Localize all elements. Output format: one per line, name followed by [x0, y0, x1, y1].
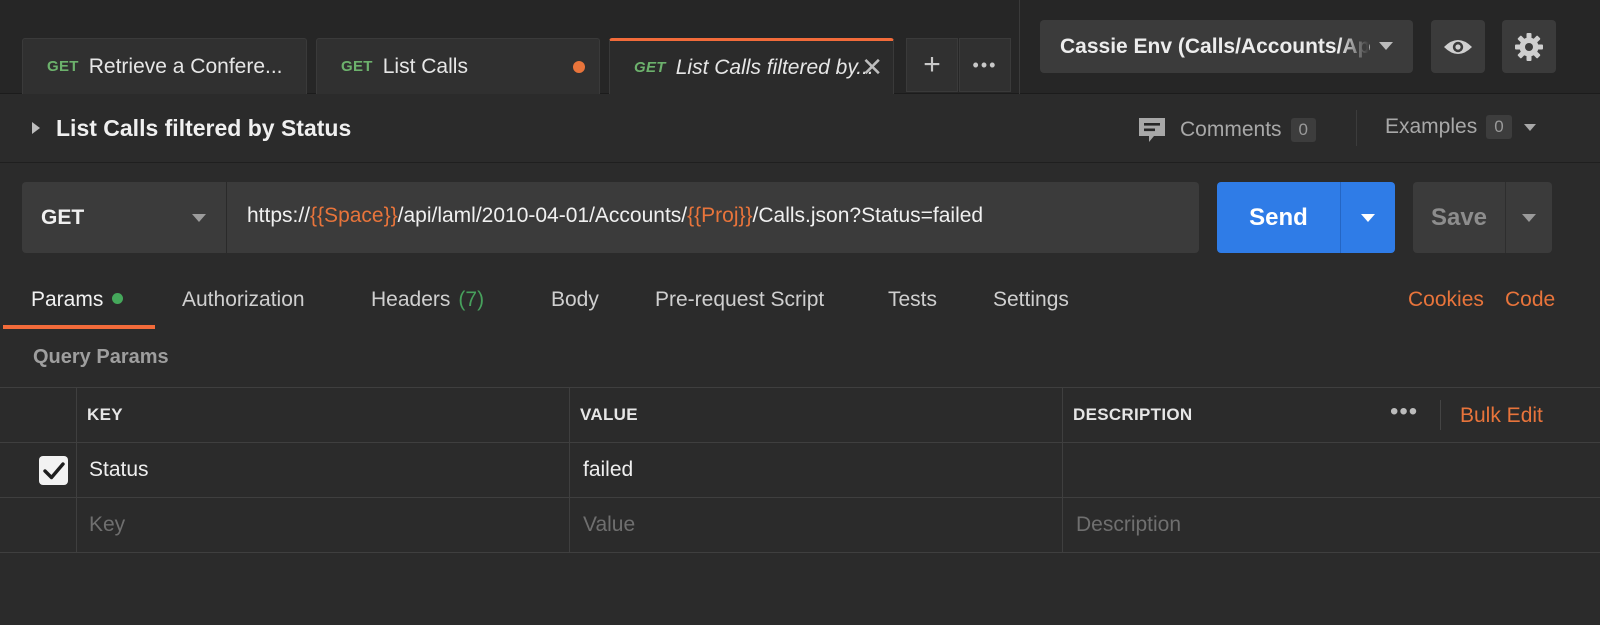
- column-header-value: VALUE: [580, 405, 638, 424]
- request-header: List Calls filtered by Status Comments 0…: [0, 95, 1600, 163]
- bulk-edit-link[interactable]: Bulk Edit: [1460, 404, 1543, 428]
- chevron-right-icon[interactable]: [32, 122, 40, 134]
- tab-title: List Calls: [382, 54, 468, 78]
- divider: [1062, 387, 1063, 553]
- comments-label: Comments: [1180, 118, 1282, 141]
- url-variable: {{Proj}}: [687, 204, 753, 227]
- new-description-input[interactable]: Description: [1076, 513, 1181, 537]
- examples-label: Examples: [1385, 115, 1478, 138]
- divider: [0, 497, 1600, 498]
- examples-dropdown[interactable]: Examples 0: [1385, 115, 1536, 139]
- more-icon: •••: [972, 54, 998, 75]
- url-variable: {{Space}}: [310, 204, 398, 227]
- tab-headers-label: Headers: [371, 288, 451, 311]
- code-link[interactable]: Code: [1505, 288, 1555, 312]
- url-segment: https://: [247, 204, 311, 227]
- plus-icon: +: [923, 48, 941, 81]
- eye-icon: [1444, 39, 1472, 54]
- new-value-input[interactable]: Value: [583, 513, 635, 537]
- param-value-cell[interactable]: failed: [583, 458, 633, 482]
- divider: [569, 387, 570, 553]
- tab-retrieve-conference[interactable]: GET Retrieve a Confere...: [22, 38, 307, 94]
- divider: [1440, 400, 1441, 430]
- send-button-group: Send: [1217, 182, 1395, 253]
- tab-method: GET: [341, 58, 373, 75]
- method-label: GET: [41, 205, 85, 229]
- comments-button[interactable]: Comments 0: [1137, 115, 1316, 145]
- tab-authorization[interactable]: Authorization: [182, 288, 305, 312]
- headers-count: (7): [458, 288, 485, 311]
- send-button[interactable]: Send: [1217, 182, 1340, 253]
- url-segment: /api/laml/2010-04-01/Accounts/: [397, 204, 688, 227]
- tab-method: GET: [634, 59, 666, 76]
- query-params-heading: Query Params: [33, 346, 169, 368]
- divider: [1019, 0, 1020, 94]
- close-icon[interactable]: ✕: [861, 53, 883, 81]
- url-bar: GET https://{{Space}}/api/laml/2010-04-0…: [22, 182, 1199, 253]
- tab-params-label: Params: [31, 288, 104, 311]
- checkmark-icon: [42, 461, 65, 479]
- url-input[interactable]: https://{{Space}}/api/laml/2010-04-01/Ac…: [247, 204, 983, 228]
- comments-count: 0: [1290, 118, 1316, 142]
- gear-icon: [1515, 32, 1543, 61]
- divider: [1356, 110, 1357, 146]
- column-header-key: KEY: [87, 405, 123, 424]
- tab-prerequest-script[interactable]: Pre-request Script: [655, 288, 824, 312]
- tab-body[interactable]: Body: [551, 288, 599, 312]
- new-key-input[interactable]: Key: [89, 513, 125, 537]
- tab-settings[interactable]: Settings: [993, 288, 1069, 312]
- tab-tests[interactable]: Tests: [888, 288, 937, 312]
- examples-count: 0: [1486, 115, 1512, 139]
- chevron-down-icon: [192, 214, 206, 222]
- chevron-down-icon: [1523, 123, 1536, 131]
- chevron-down-icon: [1379, 42, 1393, 50]
- divider: [0, 442, 1600, 443]
- column-header-description: DESCRIPTION: [1073, 405, 1193, 424]
- active-dot-icon: [112, 293, 124, 304]
- tab-title: List Calls filtered by...: [675, 55, 874, 79]
- save-options-button[interactable]: [1505, 182, 1552, 253]
- tab-options-button[interactable]: •••: [959, 38, 1011, 92]
- cookies-link[interactable]: Cookies: [1408, 288, 1484, 312]
- tab-list-calls[interactable]: GET List Calls: [316, 38, 600, 94]
- save-button-group: Save: [1413, 182, 1552, 253]
- tab-bar: GET Retrieve a Confere... GET List Calls…: [0, 0, 1600, 94]
- environment-selected-label: Cassie Env (Calls/Accounts/Ap: [1060, 34, 1371, 58]
- settings-button[interactable]: [1502, 20, 1556, 73]
- param-key-cell[interactable]: Status: [89, 458, 149, 482]
- request-title[interactable]: List Calls filtered by Status: [56, 115, 351, 142]
- chevron-down-icon: [1522, 214, 1536, 222]
- save-button[interactable]: Save: [1413, 182, 1505, 253]
- param-enabled-checkbox[interactable]: [39, 456, 68, 485]
- chevron-down-icon: [1361, 214, 1375, 222]
- more-icon[interactable]: •••: [1390, 398, 1418, 426]
- tab-title: Retrieve a Confere...: [88, 54, 283, 78]
- unsaved-dot-icon: [573, 61, 585, 73]
- divider: [0, 552, 1600, 553]
- comment-icon: [1139, 118, 1165, 142]
- method-select[interactable]: GET: [22, 182, 227, 253]
- new-tab-button[interactable]: +: [906, 38, 958, 92]
- url-segment: /Calls.json?Status=failed: [752, 204, 984, 227]
- environment-quick-look-button[interactable]: [1431, 20, 1485, 73]
- tab-list-calls-filtered[interactable]: GET List Calls filtered by... ✕: [609, 38, 894, 94]
- tab-params[interactable]: Params: [31, 288, 124, 312]
- active-tab-indicator: [3, 325, 155, 329]
- divider: [76, 387, 77, 553]
- send-options-button[interactable]: [1340, 182, 1395, 253]
- tab-headers[interactable]: Headers (7): [371, 288, 484, 312]
- tab-method: GET: [47, 58, 79, 75]
- divider: [0, 387, 1600, 388]
- environment-select[interactable]: Cassie Env (Calls/Accounts/Ap: [1040, 20, 1413, 73]
